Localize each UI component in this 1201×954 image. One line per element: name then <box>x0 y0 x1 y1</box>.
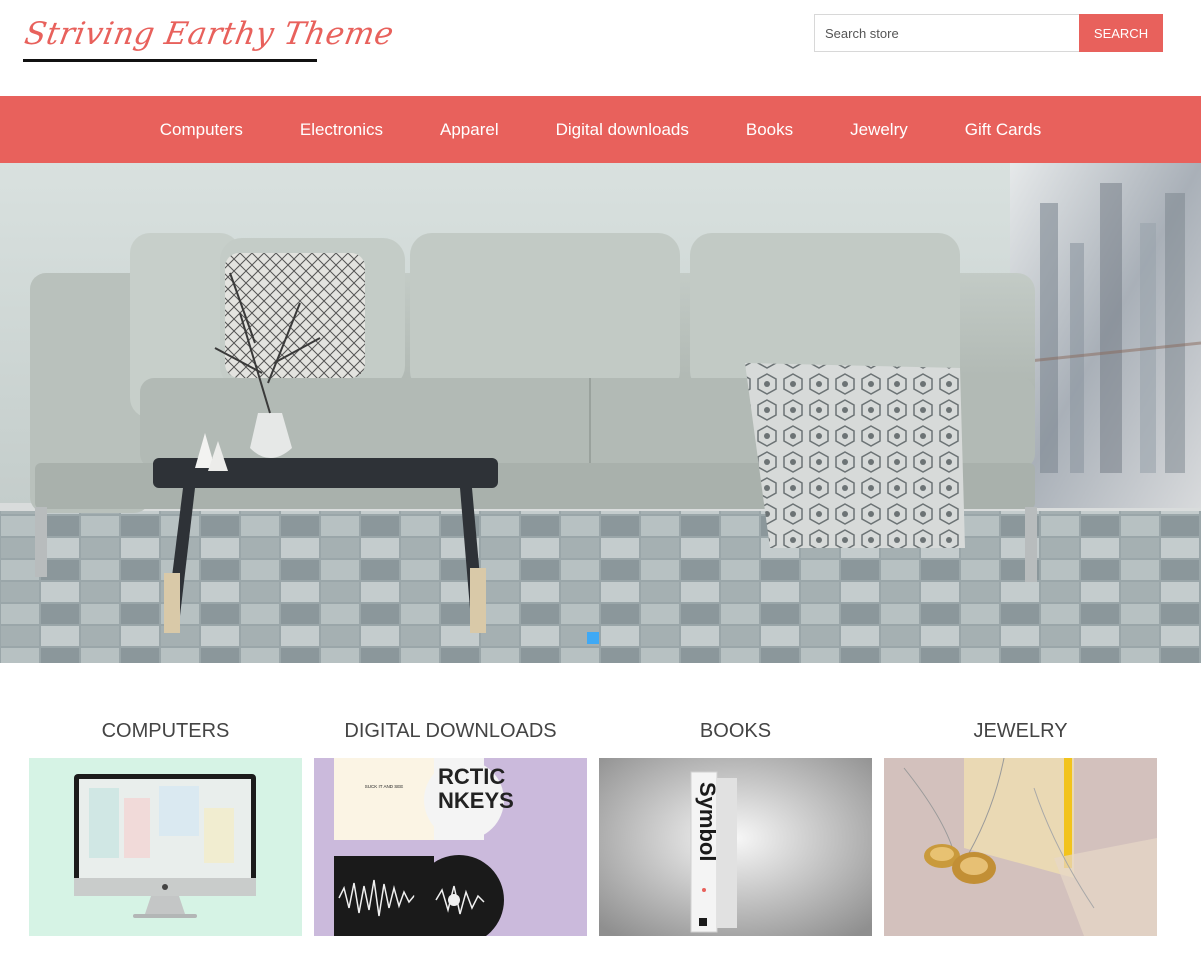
search-input[interactable] <box>814 14 1079 52</box>
slider-dot-1[interactable] <box>587 632 599 644</box>
album-text-monkeys: NKEYS <box>438 788 514 813</box>
logo-text: Striving Earthy Theme <box>21 16 397 52</box>
category-title-computers[interactable]: COMPUTERS <box>29 720 302 743</box>
album-text-suck-it-and-see: SUCK IT AND SEE <box>365 784 403 789</box>
site-header: Striving Earthy Theme SEARCH <box>0 0 1201 96</box>
nav-item-computers[interactable]: Computers <box>131 96 271 163</box>
category-image-computers[interactable] <box>29 758 302 936</box>
book-spine-text: Symbol <box>695 782 720 861</box>
logo-underline <box>23 59 317 62</box>
nav-item-jewelry[interactable]: Jewelry <box>822 96 937 163</box>
slider-image <box>0 163 1201 663</box>
category-image-books[interactable]: Symbol <box>599 758 872 936</box>
nav-item-books[interactable]: Books <box>717 96 821 163</box>
top-menu: Computers Electronics Apparel Digital do… <box>0 96 1201 163</box>
category-title-digital-downloads[interactable]: DIGITAL DOWNLOADS <box>314 720 587 743</box>
nav-item-electronics[interactable]: Electronics <box>271 96 411 163</box>
store-logo[interactable]: Striving Earthy Theme <box>22 12 397 64</box>
top-menu-list: Computers Electronics Apparel Digital do… <box>0 96 1201 163</box>
search-box: SEARCH <box>814 14 1163 52</box>
nav-item-apparel[interactable]: Apparel <box>412 96 528 163</box>
category-title-books[interactable]: BOOKS <box>599 720 872 743</box>
search-button[interactable]: SEARCH <box>1079 14 1163 52</box>
album-text-arctic-monkeys: RCTIC <box>438 764 505 789</box>
home-slider[interactable] <box>0 163 1201 663</box>
category-image-jewelry[interactable] <box>884 758 1157 936</box>
category-title-jewelry[interactable]: JEWELRY <box>884 720 1157 743</box>
nav-item-gift-cards[interactable]: Gift Cards <box>936 96 1070 163</box>
nav-item-digital-downloads[interactable]: Digital downloads <box>527 96 717 163</box>
category-image-digital-downloads[interactable]: SUCK IT AND SEE RCTIC NKEYS <box>314 758 587 936</box>
